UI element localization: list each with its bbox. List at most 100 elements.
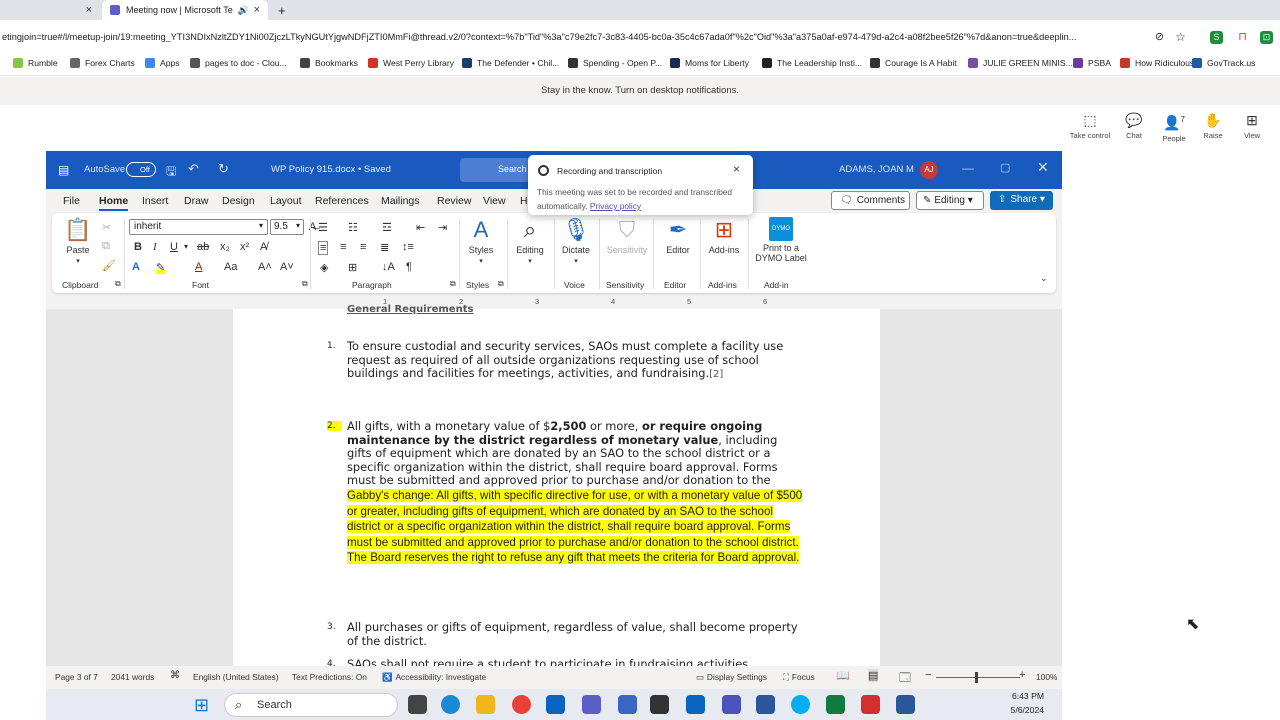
autosave-toggle[interactable]: Off — [126, 162, 156, 177]
dialog-launcher-icon[interactable]: ⧉ — [302, 279, 308, 289]
browser-tab-previous[interactable]: × — [0, 0, 100, 20]
dymo-print-button[interactable]: DYMO Print to a DYMO Label — [752, 217, 810, 263]
close-icon[interactable]: × — [733, 162, 740, 176]
bookmark-item[interactable]: GovTrack.us — [1192, 58, 1255, 68]
show-formatting-icon[interactable]: ¶ — [406, 261, 412, 273]
teams-icon[interactable] — [722, 695, 741, 714]
teams-icon[interactable] — [582, 695, 601, 714]
bookmark-item[interactable]: JULIE GREEN MINIS... — [968, 58, 1073, 68]
url-text[interactable]: etingjoin=true#/l/meetup-join/19:meeting… — [0, 32, 1150, 42]
view-button[interactable]: ⊞ View — [1230, 111, 1274, 140]
editing-button[interactable]: ⌕ Editing ▾ — [512, 217, 548, 265]
highlighted-change[interactable]: Gabby's change: All gifts, with specific… — [347, 488, 805, 566]
dialog-launcher-icon[interactable]: ⧉ — [498, 279, 504, 289]
zoom-out-icon[interactable]: − — [925, 669, 931, 681]
bookmark-item[interactable]: Courage Is A Habit — [870, 58, 957, 68]
people-button[interactable]: 👤7 People — [1152, 111, 1196, 143]
bold-icon[interactable]: B — [134, 241, 142, 253]
share-button[interactable]: ⇪ Share ▾ — [990, 191, 1053, 210]
redo-icon[interactable]: ↻ — [218, 161, 229, 177]
change-case-icon[interactable]: Aa — [224, 261, 237, 273]
browser-tab-teams[interactable]: Meeting now | Microsoft Te 🔊 × — [102, 0, 268, 20]
save-icon[interactable]: 🖫 — [166, 162, 176, 183]
search-box[interactable]: Search — [460, 158, 530, 182]
text-predictions[interactable]: Text Predictions: On — [292, 672, 367, 682]
comments-button[interactable]: 🗨 Comments — [831, 191, 910, 210]
highlight-icon[interactable]: ✎ — [156, 261, 166, 274]
word-icon[interactable] — [756, 695, 775, 714]
editor-button[interactable]: ✒ Editor — [658, 217, 698, 255]
tab-design[interactable]: Design — [222, 195, 255, 207]
tab-layout[interactable]: Layout — [270, 195, 302, 207]
take-control-button[interactable]: ⬚ Take control — [1068, 111, 1112, 140]
tab-home[interactable]: Home — [99, 195, 129, 211]
tab-references[interactable]: References — [315, 195, 369, 207]
increase-indent-icon[interactable]: ⇥ — [438, 221, 447, 234]
bookmark-item[interactable]: Moms for Liberty — [670, 58, 749, 68]
document-title[interactable]: WP Policy 915.docx • Saved — [271, 164, 391, 175]
clock-time[interactable]: 6:43 PM — [1002, 691, 1044, 701]
footnote-ref[interactable]: [2] — [709, 369, 723, 380]
bookmark-item[interactable]: Bookmarks — [300, 58, 358, 68]
minimize-icon[interactable]: — — [962, 161, 974, 175]
bookmark-item[interactable]: West Perry Library — [368, 58, 454, 68]
outlook-icon[interactable] — [686, 695, 705, 714]
maximize-icon[interactable]: ▢ — [1000, 161, 1010, 174]
star-icon[interactable]: ☆ — [1174, 31, 1187, 44]
font-color-icon[interactable]: A — [195, 261, 202, 273]
grow-font-icon[interactable]: A˄ — [258, 261, 272, 273]
sort-icon[interactable]: ↓A — [382, 261, 395, 273]
taskbar-search[interactable]: ⌕ Search — [224, 693, 398, 717]
align-left-icon[interactable]: ≡ — [318, 241, 329, 255]
font-name-select[interactable]: inherit ▾ — [129, 219, 268, 235]
extension-icon[interactable]: S — [1210, 31, 1223, 44]
app-icon[interactable] — [650, 695, 669, 714]
excel-icon[interactable] — [826, 695, 845, 714]
web-layout-icon[interactable]: 🗔 — [899, 669, 911, 688]
close-icon[interactable]: × — [254, 4, 260, 16]
decrease-indent-icon[interactable]: ⇤ — [416, 221, 425, 234]
outlook-icon[interactable] — [546, 695, 565, 714]
font-size-select[interactable]: 9.5 ▾ — [270, 219, 304, 235]
address-bar[interactable]: etingjoin=true#/l/meetup-join/19:meeting… — [0, 20, 1280, 54]
notifications-banner[interactable]: Stay in the know. Turn on desktop notifi… — [0, 77, 1280, 105]
list-item[interactable]: All purchases or gifts of equipment, reg… — [347, 620, 805, 648]
tab-file[interactable]: File — [63, 195, 80, 207]
print-layout-icon[interactable]: ▤ — [868, 669, 879, 682]
zoom-slider-track[interactable] — [936, 677, 1020, 678]
borders-icon[interactable]: ⊞ — [348, 261, 357, 274]
sensitivity-button[interactable]: ⛉ Sensitivity — [604, 217, 650, 255]
task-view-icon[interactable] — [408, 695, 427, 714]
acrobat-icon[interactable] — [861, 695, 880, 714]
add-ins-button[interactable]: ⊞ Add-ins — [704, 217, 744, 255]
language-indicator[interactable]: English (United States) — [193, 672, 279, 682]
cut-icon[interactable]: ✂ — [102, 221, 111, 234]
bookmark-item[interactable]: Rumble — [13, 58, 58, 68]
bookmark-item[interactable]: The Leadership Insti... — [762, 58, 862, 68]
undo-icon[interactable]: ↶ — [188, 161, 199, 177]
app-icon[interactable] — [618, 695, 637, 714]
strikethrough-icon[interactable]: ab — [197, 241, 209, 253]
dialog-launcher-icon[interactable]: ⧉ — [450, 279, 456, 289]
shading-icon[interactable]: ◈ — [320, 261, 328, 274]
close-icon[interactable]: ✕ — [1037, 159, 1049, 176]
bookmark-item[interactable]: How Ridiculous — [1120, 58, 1194, 68]
avatar[interactable]: AJ — [920, 161, 938, 179]
chrome-icon[interactable] — [512, 695, 531, 714]
close-icon[interactable]: × — [86, 4, 92, 16]
privacy-policy-link[interactable]: Privacy policy — [590, 201, 641, 211]
superscript-icon[interactable]: x² — [240, 241, 249, 253]
proofing-icon[interactable]: ⌘ — [170, 670, 180, 681]
display-settings[interactable]: ▭ Display Settings — [696, 672, 767, 682]
zoom-slider-thumb[interactable] — [975, 672, 978, 683]
editing-mode-button[interactable]: ✎ Editing ▾ — [916, 191, 984, 210]
tab-draw[interactable]: Draw — [184, 195, 209, 207]
zoom-in-icon[interactable]: + — [1019, 669, 1025, 681]
word-count[interactable]: 2041 words — [111, 672, 154, 682]
skype-icon[interactable] — [791, 695, 810, 714]
format-painter-icon[interactable]: 🖌 — [102, 259, 116, 272]
text-effects-icon[interactable]: A̸ — [260, 241, 267, 253]
file-explorer-icon[interactable] — [476, 695, 495, 714]
dictate-button[interactable]: 🎙 Dictate ▾ — [558, 217, 594, 265]
extension-icon[interactable]: ⊓ — [1236, 31, 1249, 44]
